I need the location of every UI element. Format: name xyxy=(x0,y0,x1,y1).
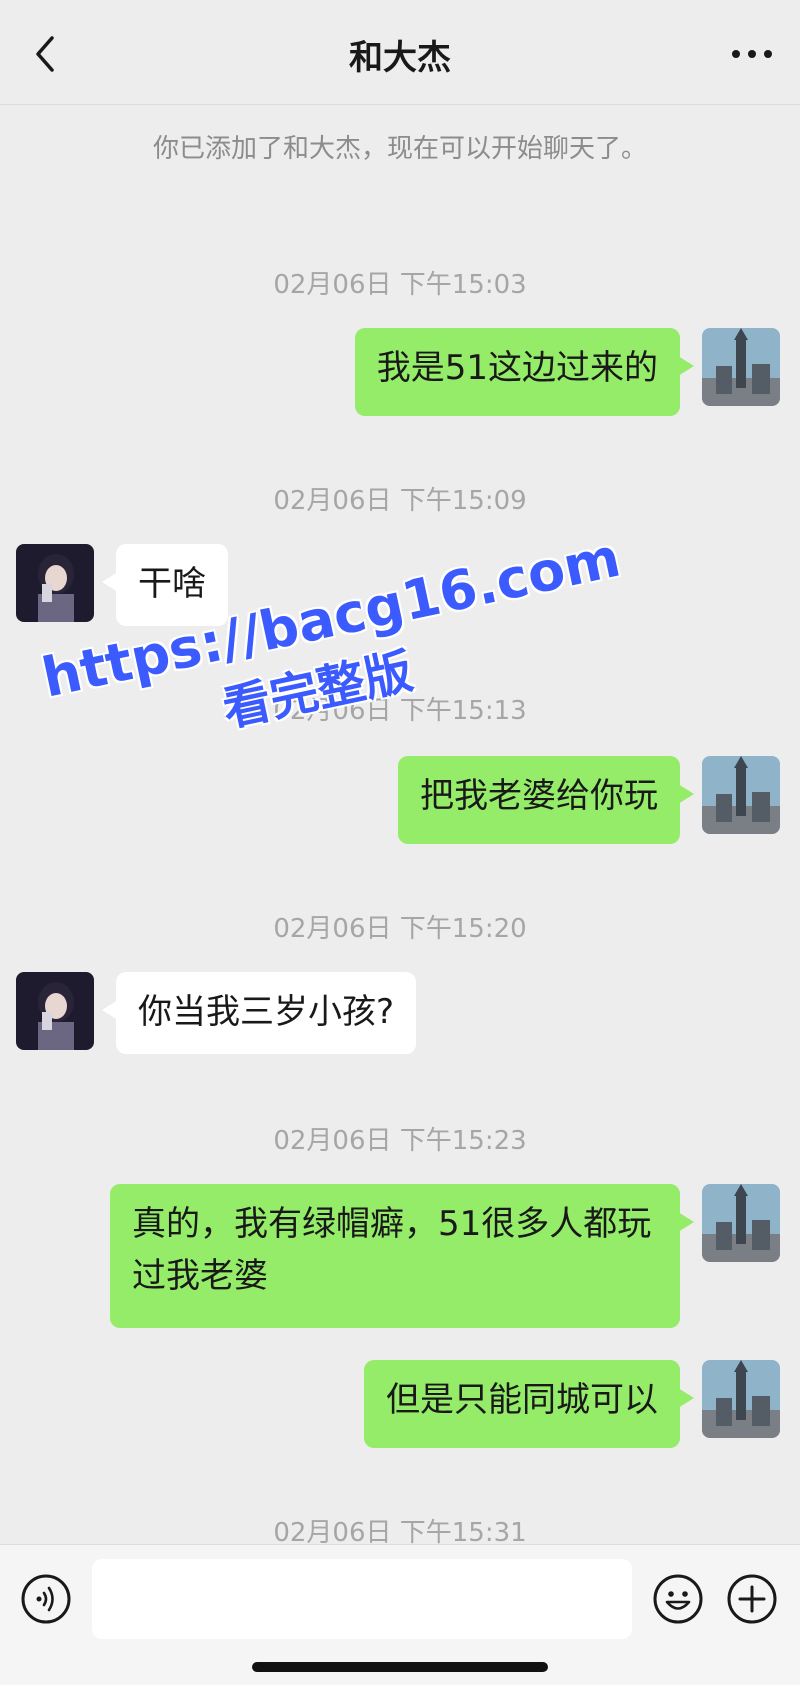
voice-icon[interactable] xyxy=(20,1573,72,1625)
chat-header: 和大杰 xyxy=(0,0,800,105)
contact-avatar[interactable] xyxy=(16,972,94,1050)
home-indicator xyxy=(252,1662,548,1672)
timestamp: 02月06日 下午15:23 xyxy=(273,1126,527,1156)
message-bubble-sent[interactable]: 我是51这边过来的 xyxy=(354,328,695,416)
plus-icon[interactable] xyxy=(726,1573,778,1625)
my-avatar[interactable] xyxy=(702,1184,780,1262)
emoji-icon[interactable] xyxy=(652,1573,704,1625)
my-avatar[interactable] xyxy=(702,756,780,834)
chat-title: 和大杰 xyxy=(349,38,451,78)
message-bubble-sent[interactable]: 真的，我有绿帽癖，51很多人都玩过我老婆 xyxy=(110,1184,694,1328)
message-input[interactable] xyxy=(92,1559,632,1639)
system-message: 你已添加了和大杰，现在可以开始聊天了。 xyxy=(152,134,647,164)
message-bubble-received[interactable]: 你当我三岁小孩? xyxy=(101,972,417,1054)
more-icon[interactable] xyxy=(728,40,776,68)
my-avatar[interactable] xyxy=(702,1360,780,1438)
message-bubble-sent[interactable]: 但是只能同城可以 xyxy=(364,1360,694,1448)
message-bubble-sent[interactable]: 把我老婆给你玩 xyxy=(398,756,694,844)
my-avatar[interactable] xyxy=(702,328,780,406)
timestamp: 02月06日 下午15:03 xyxy=(273,270,527,300)
timestamp: 02月06日 下午15:20 xyxy=(273,914,527,944)
